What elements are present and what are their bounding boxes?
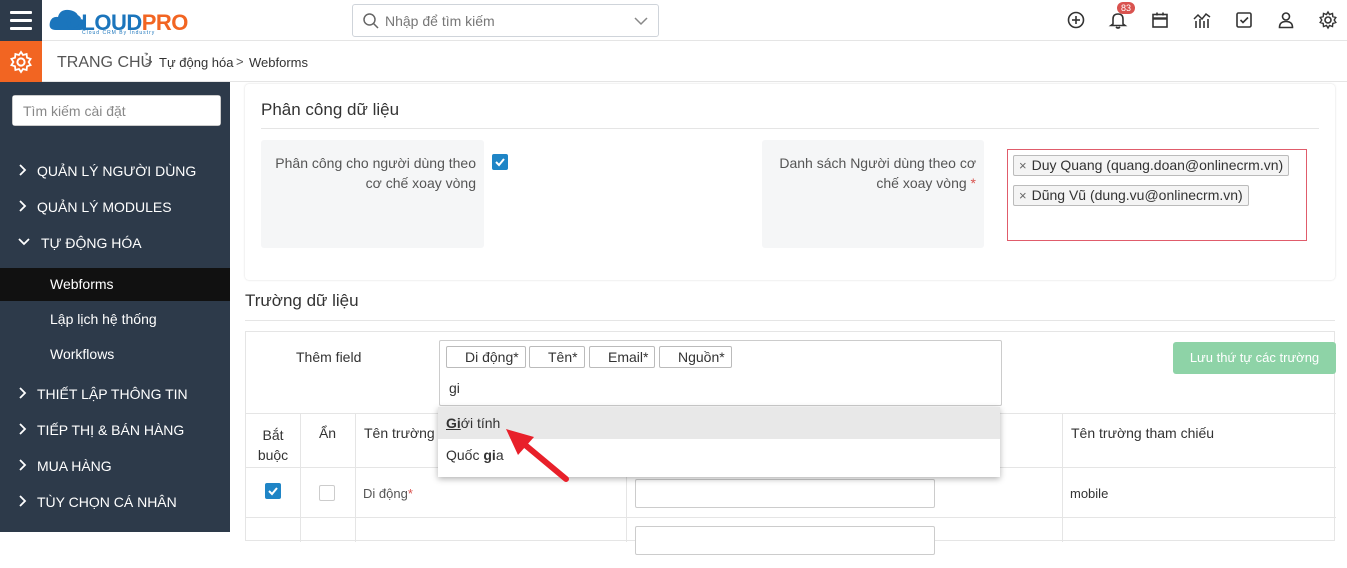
add-field-select[interactable]: Di động* Tên* Email* Nguồn* gi — [439, 340, 1002, 406]
sidebar-item-label: THIẾT LẬP THÔNG TIN — [37, 386, 188, 402]
sidebar-item-info-setup[interactable]: THIẾT LẬP THÔNG TIN — [0, 377, 230, 411]
field-chip[interactable]: Di động* — [446, 346, 526, 368]
sidebar-item-user-management[interactable]: QUẢN LÝ NGƯỜI DÙNG — [0, 154, 230, 188]
column-hidden: Ẩn — [318, 425, 337, 441]
settings-tile[interactable] — [0, 41, 42, 82]
settings-search[interactable] — [12, 95, 221, 126]
sidebar-subitem-webforms[interactable]: Webforms — [0, 268, 230, 301]
sidebar-item-marketing-sales[interactable]: TIẾP THỊ & BÁN HÀNG — [0, 413, 230, 447]
global-search[interactable] — [352, 4, 659, 37]
checkbox-icon[interactable] — [1234, 10, 1254, 30]
sidebar-item-label: MUA HÀNG — [37, 458, 112, 474]
chevron-down-icon — [18, 238, 30, 246]
chevron-right-icon — [19, 459, 27, 471]
chevron-right-icon — [19, 387, 27, 399]
logo-tagline: Cloud CRM By Industry — [82, 30, 156, 36]
sidebar-item-automation[interactable]: TỰ ĐỘNG HÓA — [0, 226, 230, 260]
user-tag[interactable]: × Duy Quang (quang.doan@onlinecrm.vn) — [1013, 155, 1290, 176]
calendar-icon[interactable] — [1150, 10, 1170, 30]
user-list-field: Danh sách Người dùng theo cơ chế xoay vò… — [762, 140, 984, 248]
gear-icon — [10, 50, 32, 74]
default-value-input[interactable] — [635, 479, 935, 508]
sidebar-subitem-label: Webforms — [50, 276, 114, 292]
hidden-checkbox[interactable] — [319, 485, 335, 501]
table-row — [246, 518, 1336, 568]
divider — [245, 320, 1335, 321]
save-field-order-button[interactable]: Lưu thứ tự các trường — [1173, 342, 1336, 374]
sidebar-item-purchasing[interactable]: MUA HÀNG — [0, 449, 230, 483]
user-tag[interactable]: × Dũng Vũ (dung.vu@onlinecrm.vn) — [1013, 185, 1249, 206]
sidebar-item-label: TÙY CHỌN CÁ NHÂN — [37, 494, 177, 510]
chevron-right-icon — [19, 423, 27, 435]
remove-tag-icon[interactable]: × — [1019, 188, 1027, 203]
round-robin-checkbox[interactable] — [492, 154, 508, 170]
column-required: Bắt buộc — [257, 427, 289, 463]
breadcrumb-separator: > — [236, 54, 244, 69]
sidebar-item-personal-options[interactable]: TÙY CHỌN CÁ NHÂN — [0, 485, 230, 519]
sidebar-item-label: TIẾP THỊ & BÁN HÀNG — [37, 422, 185, 438]
field-chip[interactable]: Tên* — [529, 346, 585, 368]
reference-name: mobile — [1070, 486, 1109, 501]
user-icon[interactable] — [1276, 10, 1296, 30]
remove-tag-icon[interactable]: × — [1019, 158, 1027, 173]
sidebar-subitem-label: Workflows — [50, 346, 115, 362]
top-bar: CLOUDPRO Cloud CRM By Industry 83 — [0, 0, 1347, 41]
round-robin-field: Phân công cho người dùng theo cơ chế xoa… — [261, 140, 484, 248]
section-title: Trường dữ liệu — [245, 291, 359, 310]
chevron-down-icon[interactable] — [634, 14, 648, 28]
breadcrumb-home[interactable]: TRANG CHỦ — [57, 54, 152, 72]
global-search-input[interactable] — [385, 11, 625, 31]
annotation-arrow-icon — [506, 429, 569, 482]
logo[interactable]: CLOUDPRO Cloud CRM By Industry — [48, 4, 200, 36]
sidebar-subitem-scheduler[interactable]: Lập lịch hệ thống — [0, 303, 230, 336]
user-list-multiselect[interactable]: × Duy Quang (quang.doan@onlinecrm.vn) × Dũ… — [1007, 149, 1307, 241]
chevron-right-icon — [19, 200, 27, 212]
add-field-label: Thêm field — [296, 349, 362, 365]
settings-search-input[interactable] — [13, 96, 220, 125]
chevron-right-icon — [19, 495, 27, 507]
plus-circle-icon[interactable] — [1066, 10, 1086, 30]
round-robin-label: Phân công cho người dùng theo cơ chế xoa… — [275, 155, 476, 191]
notification-badge: 83 — [1117, 2, 1136, 14]
field-name: Di động* — [363, 486, 413, 501]
sidebar-item-label: QUẢN LÝ NGƯỜI DÙNG — [37, 163, 197, 179]
settings-sidebar: QUẢN LÝ NGƯỜI DÙNG QUẢN LÝ MODULES TỰ ĐỘ… — [0, 82, 230, 532]
checkmark-icon — [268, 487, 278, 496]
column-reference-name: Tên trường tham chiếu — [1071, 425, 1215, 441]
user-list-label: Danh sách Người dùng theo cơ chế xoay vò… — [779, 155, 976, 191]
gear-icon[interactable] — [1318, 10, 1338, 30]
chart-icon[interactable] — [1192, 10, 1212, 30]
divider — [261, 128, 1319, 129]
breadcrumb-webforms: Webforms — [249, 55, 308, 70]
sidebar-item-label: QUẢN LÝ MODULES — [37, 199, 172, 215]
required-checkbox[interactable] — [265, 483, 281, 499]
assignment-panel: Phân công dữ liệu Phân công cho người dù… — [245, 84, 1335, 280]
panel-title: Phân công dữ liệu — [261, 100, 400, 119]
breadcrumb-separator: > — [145, 54, 153, 69]
breadcrumb-automation[interactable]: Tự động hóa — [159, 55, 233, 70]
field-chip[interactable]: Email* — [589, 346, 656, 368]
sidebar-item-module-management[interactable]: QUẢN LÝ MODULES — [0, 190, 230, 224]
hamburger-menu-icon[interactable] — [0, 0, 42, 41]
sidebar-subitem-label: Lập lịch hệ thống — [50, 311, 157, 327]
sidebar-item-label: TỰ ĐỘNG HÓA — [41, 235, 142, 251]
sidebar-subitem-workflows[interactable]: Workflows — [0, 338, 230, 371]
default-value-input[interactable] — [635, 526, 935, 555]
breadcrumb: TRANG CHỦ > Tự động hóa > Webforms — [0, 41, 1347, 82]
add-field-typed-text[interactable]: gi — [449, 380, 460, 396]
field-chip[interactable]: Nguồn* — [659, 346, 732, 368]
checkmark-icon — [495, 158, 505, 167]
search-icon — [363, 13, 379, 29]
chevron-right-icon — [19, 164, 27, 176]
